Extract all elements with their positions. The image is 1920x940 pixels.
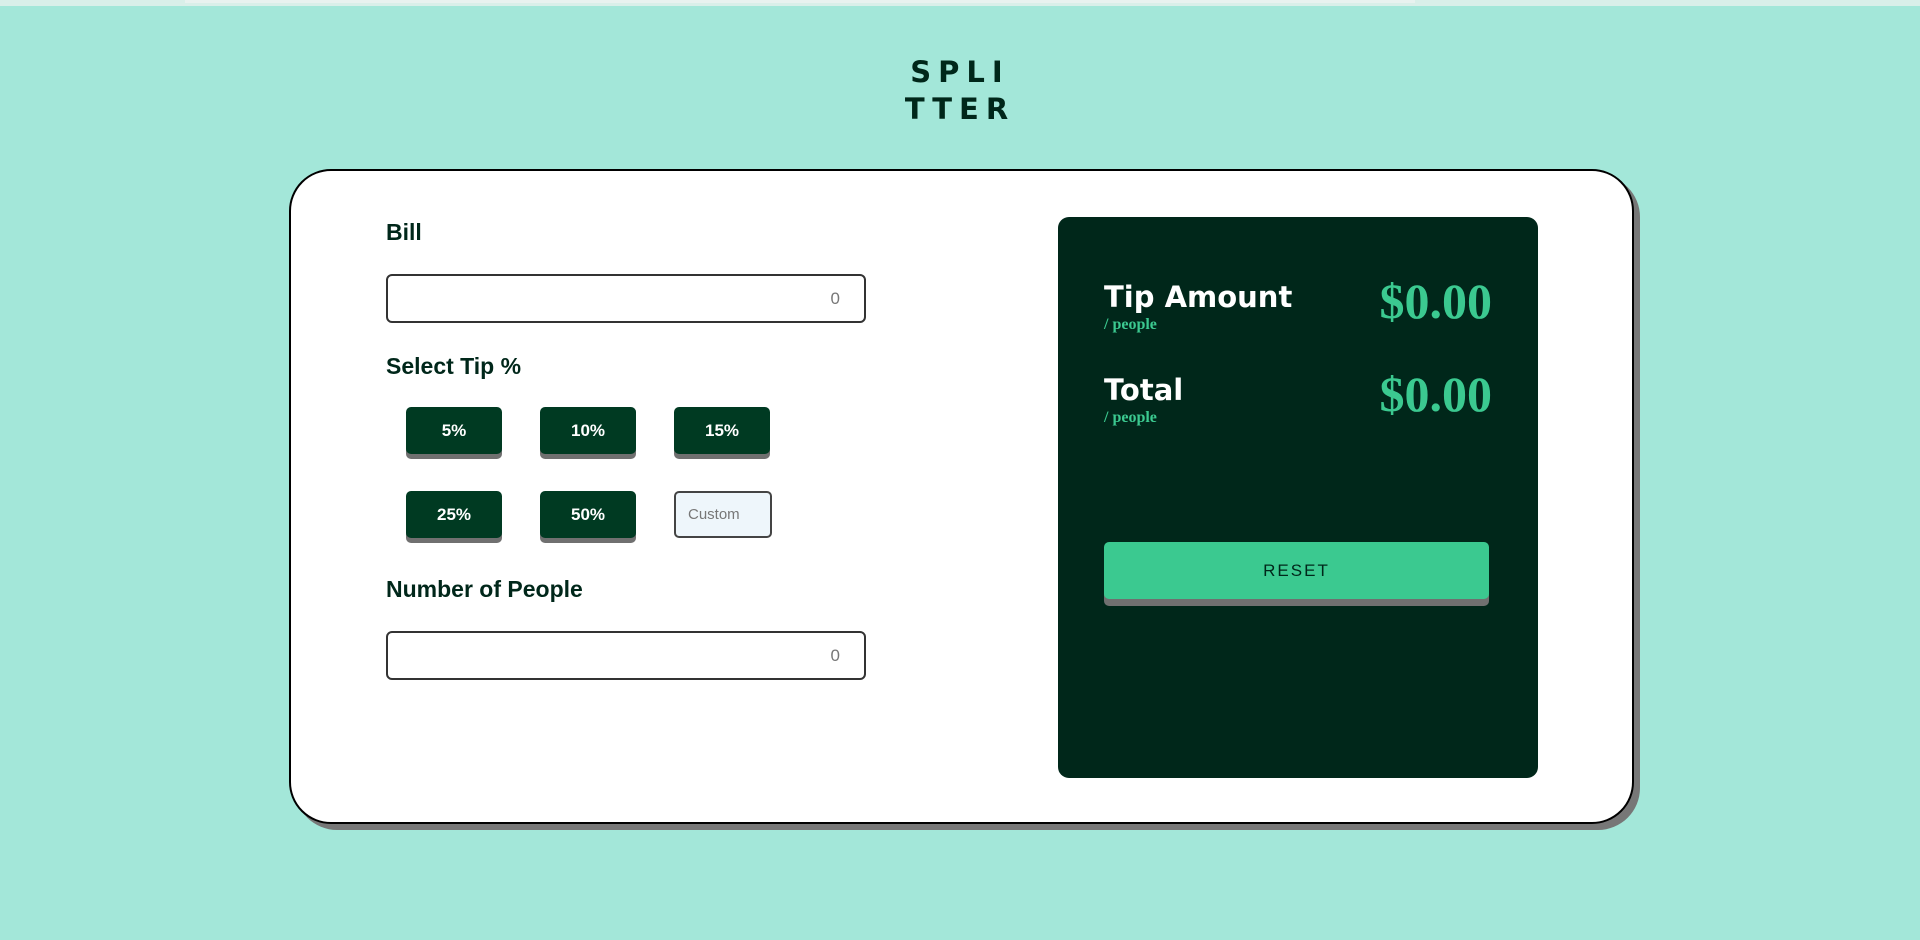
custom-tip-input[interactable] [674, 491, 772, 538]
results-panel: Tip Amount / people $0.00 Total / people… [1058, 217, 1538, 778]
app-logo: SPLI TTER [860, 54, 1060, 128]
tip-25-button[interactable]: 25% [406, 491, 502, 538]
total-title: Total [1104, 373, 1184, 407]
number-of-people-label: Number of People [386, 576, 583, 602]
select-tip-label: Select Tip % [386, 353, 522, 379]
tip-amount-title: Tip Amount [1104, 280, 1293, 314]
total-value: $0.00 [1379, 366, 1493, 422]
tip-10-button[interactable]: 10% [540, 407, 636, 454]
browser-top-strip-inner [185, 0, 1415, 3]
tip-15-button[interactable]: 15% [674, 407, 770, 454]
people-input[interactable] [386, 631, 866, 680]
tip-amount-per-people: / people [1104, 316, 1157, 333]
tip-amount-value: $0.00 [1379, 273, 1493, 329]
bill-label: Bill [386, 219, 422, 245]
tip-50-button[interactable]: 50% [540, 491, 636, 538]
calculator-card: Bill Select Tip % 5% 10% 15% 25% 50% Num… [289, 169, 1634, 824]
browser-top-strip [0, 0, 1920, 6]
reset-button[interactable]: RESET [1104, 542, 1489, 599]
logo-line-2: TTER [904, 92, 1016, 126]
tip-5-button[interactable]: 5% [406, 407, 502, 454]
bill-input[interactable] [386, 274, 866, 323]
total-per-people: / people [1104, 409, 1157, 426]
logo-line-1: SPLI [910, 55, 1010, 89]
